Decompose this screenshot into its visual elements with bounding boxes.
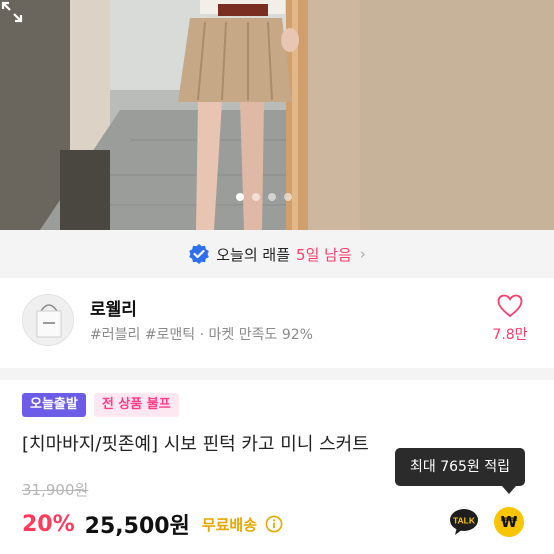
pagination-dot[interactable] xyxy=(284,193,292,201)
discount-rate: 20% xyxy=(22,511,75,537)
expand-icon[interactable] xyxy=(0,0,24,24)
shop-avatar[interactable] xyxy=(22,294,74,346)
verified-check-icon xyxy=(189,244,210,264)
price-row: 20% 25,500원 무료배송 xyxy=(22,508,283,540)
reward-coin-button[interactable]: ₩ xyxy=(494,507,524,537)
info-icon[interactable] xyxy=(265,515,283,533)
pagination-dot[interactable] xyxy=(268,193,276,201)
sale-price: 25,500원 xyxy=(84,514,190,539)
product-image[interactable] xyxy=(0,0,554,230)
shop-info: 로웰리 #러블리 #로맨틱 · 마켓 만족도 92% 7.8만 xyxy=(0,278,554,368)
product-badges: 오늘출발 전 상품 불프 xyxy=(22,393,179,417)
product-title: [치마바지/핏존예] 시보 핀턱 카고 미니 스커트 xyxy=(22,434,369,455)
tooltip-arrow xyxy=(502,486,516,494)
heart-icon xyxy=(497,294,523,318)
today-shipping-badge: 오늘출발 xyxy=(22,393,86,417)
chevron-right-icon: › xyxy=(359,245,366,263)
pagination-dot[interactable] xyxy=(252,193,260,201)
shop-name[interactable]: 로웰리 xyxy=(90,295,137,320)
daily-raffle-banner[interactable]: 오늘의 래플 5일 남음 › xyxy=(0,230,554,278)
talk-label: TALK xyxy=(453,516,476,526)
reward-tooltip: 최대 765원 적립 xyxy=(395,448,525,486)
kakaotalk-icon[interactable]: TALK xyxy=(449,508,479,536)
section-divider xyxy=(0,368,554,380)
shop-tags: #러블리 #로맨틱 · 마켓 만족도 92% xyxy=(90,327,313,343)
bundle-badge: 전 상품 불프 xyxy=(93,393,179,417)
gallery-pagination xyxy=(236,193,292,201)
original-price: 31,900원 xyxy=(22,481,89,499)
raffle-label: 오늘의 래플 xyxy=(216,245,291,264)
free-shipping-label: 무료배송 xyxy=(201,515,258,534)
raffle-remaining: 5일 남음 xyxy=(296,245,352,264)
tote-bag-logo-icon xyxy=(23,295,73,345)
won-coin-icon: ₩ xyxy=(500,513,518,531)
like-button[interactable]: 7.8만 xyxy=(488,294,532,344)
like-count: 7.8만 xyxy=(492,327,528,343)
pagination-dot[interactable] xyxy=(236,193,244,201)
